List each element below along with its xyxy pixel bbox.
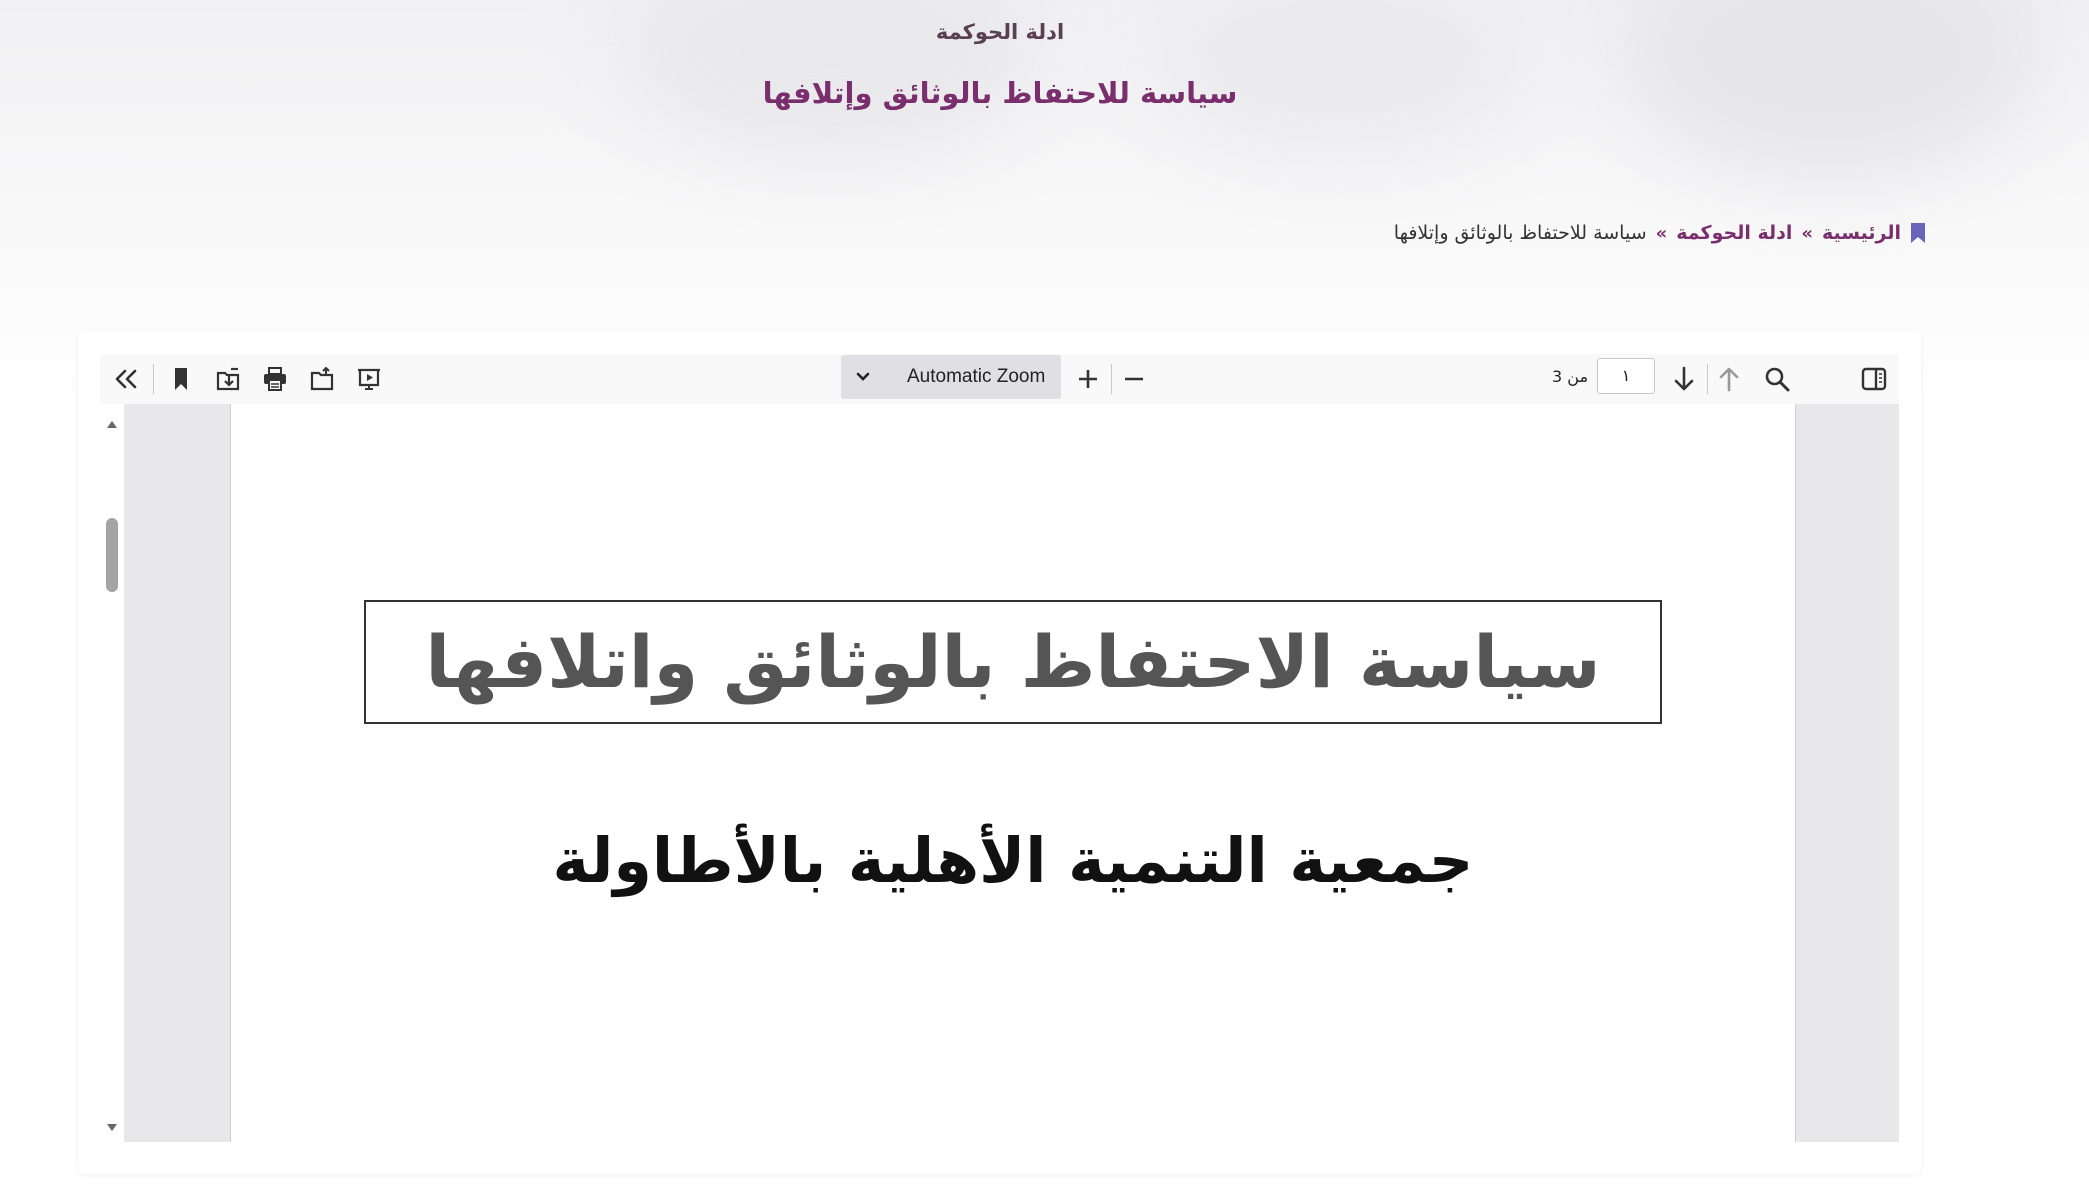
next-page-icon[interactable] xyxy=(1668,363,1700,395)
search-icon[interactable] xyxy=(1761,363,1793,395)
previous-page-icon[interactable] xyxy=(1713,363,1745,395)
chevron-down-icon xyxy=(841,372,885,382)
zoom-out-icon[interactable] xyxy=(1118,363,1150,395)
pdf-toolbar: Automatic Zoom من 3 ١ xyxy=(100,354,1899,405)
breadcrumb-separator: » xyxy=(1801,222,1814,244)
breadcrumb: الرئيسية » ادلة الحوكمة » سياسة للاحتفاظ… xyxy=(1394,222,1926,244)
page-number-input[interactable]: ١ xyxy=(1597,358,1655,394)
zoom-in-icon[interactable] xyxy=(1072,363,1104,395)
open-file-icon[interactable] xyxy=(306,363,338,395)
breadcrumb-home-link[interactable]: الرئيسية xyxy=(1822,222,1901,244)
scroll-down-icon[interactable] xyxy=(106,1118,118,1137)
document-subtitle: جمعية التنمية الأهلية بالأطاولة xyxy=(552,824,1474,897)
breadcrumb-separator: » xyxy=(1655,222,1668,244)
presentation-mode-icon[interactable] xyxy=(353,363,385,395)
pdf-page: سياسة الاحتفاظ بالوثائق واتلافها جمعية ا… xyxy=(230,404,1796,1142)
document-title-box: سياسة الاحتفاظ بالوثائق واتلافها xyxy=(364,600,1662,724)
zoom-level: Automatic Zoom xyxy=(907,366,1046,387)
bookmark-icon xyxy=(1910,223,1926,243)
toolbar-separator xyxy=(1707,364,1708,394)
page-title: سياسة للاحتفاظ بالوثائق وإتلافها xyxy=(762,76,1238,110)
tools-icon[interactable] xyxy=(110,363,142,395)
page-count: من 3 xyxy=(1552,367,1589,386)
scroll-up-icon[interactable] xyxy=(106,414,118,433)
download-icon[interactable] xyxy=(212,363,244,395)
page-category: ادلة الحوكمة xyxy=(935,20,1065,44)
print-icon[interactable] xyxy=(259,363,291,395)
breadcrumb-category-link[interactable]: ادلة الحوكمة xyxy=(1676,222,1792,244)
bookmark-icon[interactable] xyxy=(165,363,197,395)
document-viewport[interactable]: سياسة الاحتفاظ بالوثائق واتلافها جمعية ا… xyxy=(124,404,1899,1142)
breadcrumb-current: سياسة للاحتفاظ بالوثائق وإتلافها xyxy=(1393,222,1647,244)
toolbar-separator xyxy=(153,364,154,394)
zoom-select[interactable]: Automatic Zoom xyxy=(841,355,1061,399)
vertical-scrollbar[interactable] xyxy=(100,404,124,1142)
document-title: سياسة الاحتفاظ بالوثائق واتلافها xyxy=(425,620,1601,704)
toolbar-separator xyxy=(1111,364,1112,394)
scrollbar-thumb[interactable] xyxy=(106,518,118,592)
sidebar-toggle-icon[interactable] xyxy=(1858,363,1890,395)
